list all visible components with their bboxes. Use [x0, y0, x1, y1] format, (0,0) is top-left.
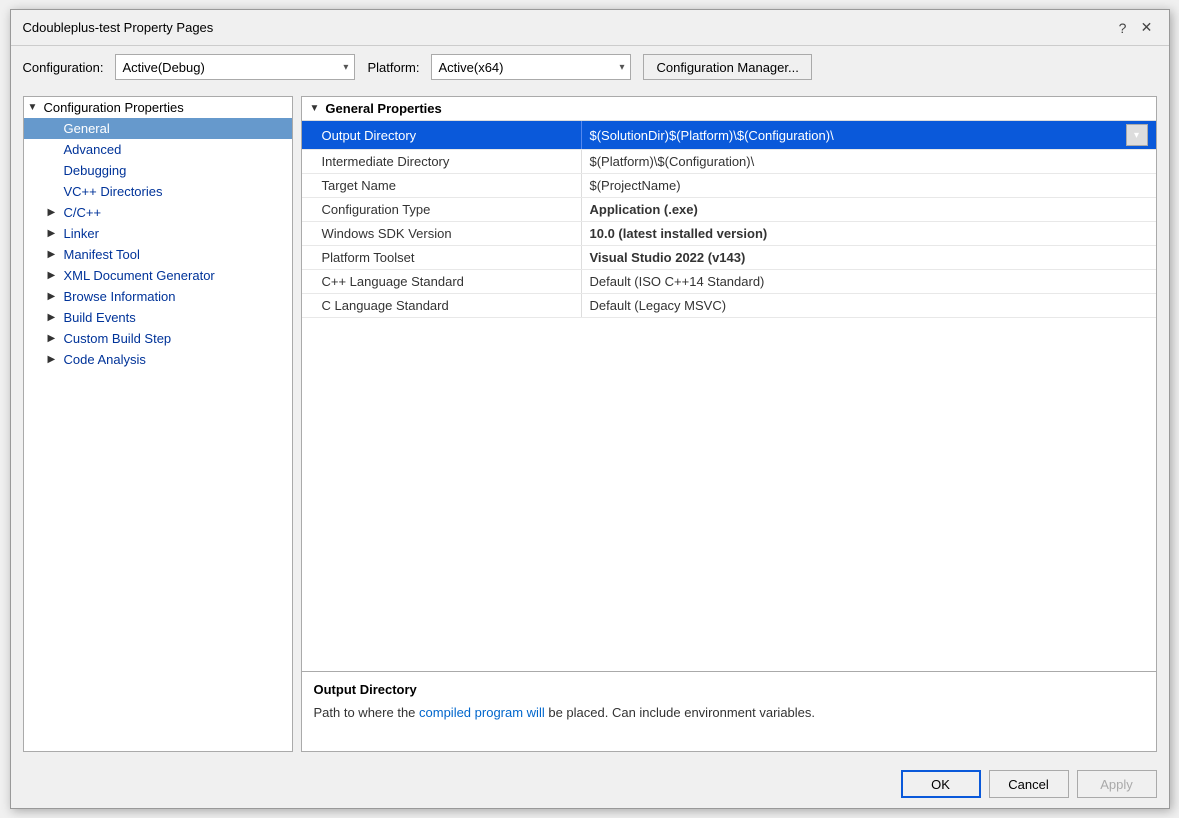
expand-icon-custom-build: ▶ — [48, 333, 60, 344]
sidebar-item-browse-info[interactable]: ▶ Browse Information — [24, 286, 292, 307]
main-content: ▼ Configuration Properties General Advanc… — [11, 88, 1169, 760]
tree-items: General Advanced Debugging VC++ Directories… — [24, 118, 292, 370]
info-text-before: Path to where the — [314, 705, 420, 720]
config-manager-button[interactable]: Configuration Manager... — [643, 54, 811, 80]
properties-list: Output Directory$(SolutionDir)$(Platform… — [302, 121, 1156, 318]
sidebar-item-label-browse-info: Browse Information — [64, 289, 176, 304]
root-expand-icon: ▼ — [28, 102, 40, 113]
sidebar-item-label-build-events: Build Events — [64, 310, 136, 325]
section-header: ▼ General Properties — [302, 97, 1156, 121]
sidebar-item-debugging[interactable]: Debugging — [24, 160, 292, 181]
expand-icon-build-events: ▶ — [48, 312, 60, 323]
expand-icon-linker: ▶ — [48, 228, 60, 239]
sidebar-item-label-debugging: Debugging — [64, 163, 127, 178]
sidebar-item-label-cpp: C/C++ — [64, 205, 102, 220]
sidebar-item-manifest-tool[interactable]: ▶ Manifest Tool — [24, 244, 292, 265]
prop-name: Platform Toolset — [302, 246, 582, 269]
platform-dropdown[interactable]: Active(x64) ▾ — [431, 54, 631, 80]
prop-value: Default (Legacy MSVC) — [582, 294, 1156, 317]
table-row[interactable]: C++ Language StandardDefault (ISO C++14 … — [302, 270, 1156, 294]
prop-value: $(Platform)\$(Configuration)\ — [582, 150, 1156, 173]
tree-root-label: Configuration Properties — [44, 100, 184, 115]
info-text-link: compiled program will — [419, 705, 545, 720]
left-panel: ▼ Configuration Properties General Advanc… — [23, 96, 293, 752]
title-bar-buttons: ? ✕ — [1113, 18, 1157, 38]
config-row: Configuration: Active(Debug) ▾ Platform:… — [11, 46, 1169, 88]
config-label: Configuration: — [23, 60, 104, 75]
sidebar-item-general[interactable]: General — [24, 118, 292, 139]
expand-icon-browse-info: ▶ — [48, 291, 60, 302]
sidebar-item-vc-directories[interactable]: VC++ Directories — [24, 181, 292, 202]
properties-area: ▼ General Properties Output Directory$(S… — [302, 97, 1156, 671]
info-text: Path to where the compiled program will … — [314, 703, 1144, 723]
config-value: Active(Debug) — [122, 60, 204, 75]
prop-value: Application (.exe) — [582, 198, 1156, 221]
close-button[interactable]: ✕ — [1137, 18, 1157, 38]
prop-value: Default (ISO C++14 Standard) — [582, 270, 1156, 293]
property-pages-dialog: Cdoubleplus-test Property Pages ? ✕ Conf… — [10, 9, 1170, 809]
table-row[interactable]: Configuration TypeApplication (.exe) — [302, 198, 1156, 222]
prop-value: $(ProjectName) — [582, 174, 1156, 197]
sidebar-item-label-advanced: Advanced — [64, 142, 122, 157]
sidebar-item-label-general: General — [64, 121, 110, 136]
expand-icon-code-analysis: ▶ — [48, 354, 60, 365]
prop-name: C++ Language Standard — [302, 270, 582, 293]
prop-name: Configuration Type — [302, 198, 582, 221]
help-button[interactable]: ? — [1113, 18, 1133, 38]
apply-button[interactable]: Apply — [1077, 770, 1157, 798]
table-row[interactable]: Target Name$(ProjectName) — [302, 174, 1156, 198]
table-row[interactable]: Intermediate Directory$(Platform)\$(Conf… — [302, 150, 1156, 174]
sidebar-item-label-linker: Linker — [64, 226, 99, 241]
platform-label: Platform: — [367, 60, 419, 75]
table-row[interactable]: Platform ToolsetVisual Studio 2022 (v143… — [302, 246, 1156, 270]
dialog-title: Cdoubleplus-test Property Pages — [23, 20, 214, 35]
sidebar-item-custom-build[interactable]: ▶ Custom Build Step — [24, 328, 292, 349]
platform-dropdown-arrow: ▾ — [619, 62, 624, 73]
table-row[interactable]: Windows SDK Version10.0 (latest installe… — [302, 222, 1156, 246]
prop-name: C Language Standard — [302, 294, 582, 317]
tree-root[interactable]: ▼ Configuration Properties — [24, 97, 292, 118]
expand-icon-manifest-tool: ▶ — [48, 249, 60, 260]
sidebar-item-code-analysis[interactable]: ▶ Code Analysis — [24, 349, 292, 370]
prop-name: Intermediate Directory — [302, 150, 582, 173]
prop-name: Output Directory — [302, 121, 582, 149]
config-dropdown[interactable]: Active(Debug) ▾ — [115, 54, 355, 80]
sidebar-item-label-xml-doc: XML Document Generator — [64, 268, 215, 283]
sidebar-item-label-vc-directories: VC++ Directories — [64, 184, 163, 199]
table-row[interactable]: Output Directory$(SolutionDir)$(Platform… — [302, 121, 1156, 150]
prop-value: $(SolutionDir)$(Platform)\$(Configuratio… — [582, 121, 1156, 149]
expand-icon-xml-doc: ▶ — [48, 270, 60, 281]
sidebar-item-advanced[interactable]: Advanced — [24, 139, 292, 160]
prop-value: Visual Studio 2022 (v143) — [582, 246, 1156, 269]
bottom-bar: OK Cancel Apply — [11, 760, 1169, 808]
sidebar-item-linker[interactable]: ▶ Linker — [24, 223, 292, 244]
expand-icon-cpp: ▶ — [48, 207, 60, 218]
prop-dropdown-btn[interactable]: ▾ — [1126, 124, 1148, 146]
info-title: Output Directory — [314, 682, 1144, 697]
sidebar-item-cpp[interactable]: ▶ C/C++ — [24, 202, 292, 223]
title-bar: Cdoubleplus-test Property Pages ? ✕ — [11, 10, 1169, 46]
prop-name: Windows SDK Version — [302, 222, 582, 245]
cancel-button[interactable]: Cancel — [989, 770, 1069, 798]
info-panel: Output Directory Path to where the compi… — [302, 671, 1156, 751]
config-dropdown-arrow: ▾ — [343, 62, 348, 73]
info-text-after: be placed. Can include environment varia… — [545, 705, 815, 720]
sidebar-item-label-custom-build: Custom Build Step — [64, 331, 172, 346]
table-row[interactable]: C Language StandardDefault (Legacy MSVC) — [302, 294, 1156, 318]
sidebar-item-label-code-analysis: Code Analysis — [64, 352, 146, 367]
prop-value: 10.0 (latest installed version) — [582, 222, 1156, 245]
ok-button[interactable]: OK — [901, 770, 981, 798]
section-title: General Properties — [325, 101, 441, 116]
right-panel: ▼ General Properties Output Directory$(S… — [301, 96, 1157, 752]
platform-value: Active(x64) — [438, 60, 503, 75]
prop-name: Target Name — [302, 174, 582, 197]
sidebar-item-build-events[interactable]: ▶ Build Events — [24, 307, 292, 328]
sidebar-item-xml-doc[interactable]: ▶ XML Document Generator — [24, 265, 292, 286]
sidebar-item-label-manifest-tool: Manifest Tool — [64, 247, 140, 262]
section-expand-icon: ▼ — [310, 103, 320, 114]
